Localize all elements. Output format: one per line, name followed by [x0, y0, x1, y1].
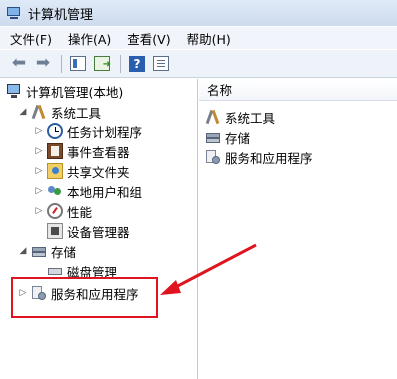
expand-arrow-icon[interactable]: ▷	[34, 166, 44, 176]
tree-item-system-tools[interactable]: ◢ 系统工具	[18, 102, 101, 122]
computer-icon	[6, 83, 22, 99]
storage-icon	[205, 129, 221, 145]
device-manager-icon	[47, 223, 63, 239]
expand-arrow-icon[interactable]: ▷	[34, 146, 44, 156]
list-item[interactable]: 存储	[205, 127, 250, 147]
tree-item-event-viewer[interactable]: ▷ 事件查看器	[34, 141, 130, 161]
shared-folder-icon	[47, 163, 63, 179]
performance-gauge-icon	[47, 203, 63, 219]
properties-icon	[153, 56, 169, 71]
annotation-highlight-box	[11, 277, 158, 318]
tree-item-label: 本地用户和组	[67, 184, 143, 200]
export-list-button[interactable]: ➜	[91, 53, 113, 75]
expand-arrow-icon[interactable]: ▷	[34, 126, 44, 136]
menu-help[interactable]: 帮助(H)	[187, 29, 231, 48]
tools-icon	[205, 109, 221, 125]
tree-item-task-scheduler[interactable]: ▷ 任务计划程序	[34, 121, 142, 141]
tree-item-label: 性能	[67, 204, 93, 220]
window-title: 计算机管理	[28, 7, 94, 23]
properties-button[interactable]	[150, 53, 172, 75]
forward-button[interactable]: ➡	[32, 53, 54, 75]
tree-item-label: 系统工具	[51, 105, 102, 121]
tree-item-label: 共享文件夹	[67, 164, 130, 180]
list-item[interactable]: 系统工具	[205, 107, 275, 127]
forward-arrow-icon: ➡	[35, 53, 51, 73]
console-tree-icon	[70, 56, 86, 71]
list-item-label: 服务和应用程序	[225, 150, 313, 166]
column-header-label: 名称	[207, 83, 233, 98]
collapse-arrow-icon[interactable]: ◢	[18, 107, 28, 117]
menu-view[interactable]: 查看(V)	[127, 29, 170, 48]
back-arrow-icon: ⬅	[11, 53, 27, 73]
expand-arrow-icon[interactable]: ▷	[34, 206, 44, 216]
collapse-arrow-icon[interactable]: ◢	[18, 246, 28, 256]
storage-icon	[31, 243, 47, 259]
menu-file[interactable]: 文件(F)	[10, 29, 52, 48]
console-tree: 计算机管理(本地) ◢ 系统工具 ▷ 任务计划程序 ▷ 事件查看器 ▷ 共享文件…	[0, 79, 198, 379]
help-button[interactable]: ?	[126, 53, 148, 75]
computer-management-icon	[6, 5, 22, 21]
list-item[interactable]: 服务和应用程序	[205, 147, 313, 167]
expand-arrow-icon[interactable]: ▷	[34, 186, 44, 196]
tree-item-device-manager[interactable]: 设备管理器	[47, 221, 130, 241]
services-icon	[205, 149, 221, 165]
title-bar: 计算机管理	[0, 0, 397, 26]
tree-item-storage[interactable]: ◢ 存储	[18, 241, 76, 261]
tree-item-label: 事件查看器	[67, 144, 130, 160]
list-item-label: 系统工具	[225, 110, 276, 126]
tools-icon	[31, 104, 47, 120]
tree-item-shared-folders[interactable]: ▷ 共享文件夹	[34, 161, 130, 181]
clock-icon	[47, 123, 63, 139]
menu-bar: 文件(F) 操作(A) 查看(V) 帮助(H)	[0, 27, 397, 49]
back-button[interactable]: ⬅	[8, 53, 30, 75]
results-pane: 名称 系统工具 存储 服务和应用程序	[199, 79, 397, 379]
tree-item-local-users[interactable]: ▷ 本地用户和组	[34, 181, 142, 201]
toolbar-separator	[120, 54, 121, 73]
export-icon: ➜	[94, 56, 111, 71]
event-viewer-icon	[47, 143, 63, 159]
toolbar-separator	[61, 54, 62, 73]
list-item-label: 存储	[225, 130, 251, 146]
tree-item-root[interactable]: 计算机管理(本地)	[6, 81, 123, 101]
show-hide-tree-button[interactable]	[67, 53, 89, 75]
tree-item-label: 计算机管理(本地)	[26, 84, 124, 100]
tree-item-label: 设备管理器	[67, 224, 130, 240]
users-icon	[47, 183, 63, 199]
menu-action[interactable]: 操作(A)	[68, 29, 111, 48]
column-header-name[interactable]: 名称	[199, 79, 397, 101]
tree-item-performance[interactable]: ▷ 性能	[34, 201, 92, 221]
toolbar: ⬅ ➡ ➜ ?	[0, 50, 397, 78]
tree-item-label: 存储	[51, 244, 77, 260]
help-icon: ?	[129, 55, 145, 72]
tree-item-label: 任务计划程序	[67, 124, 143, 140]
